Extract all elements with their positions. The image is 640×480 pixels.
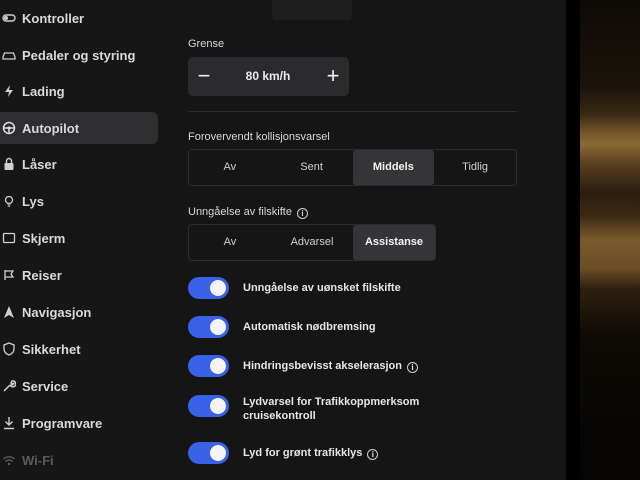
limit-label: Grense	[188, 38, 225, 50]
top-control-stub	[272, 0, 352, 20]
sidebar-item-label: Programvare	[22, 415, 103, 431]
toggle-label: Automatisk nødbremsing	[243, 321, 376, 333]
collision-option-late[interactable]: Sent	[271, 150, 353, 185]
sidebar-item-wifi[interactable]: Wi-Fi	[0, 444, 158, 476]
navigation-icon	[2, 305, 16, 319]
sidebar-item-skjerm[interactable]: Skjerm	[0, 222, 158, 254]
sidebar-item-label: Navigasjon	[22, 304, 92, 320]
lane-option-warning[interactable]: Advarsel	[271, 225, 353, 260]
speed-limit-value: 80 km/h	[245, 69, 291, 83]
sidebar-item-sikkerhet[interactable]: Sikkerhet	[0, 333, 158, 365]
background-photo	[576, 0, 640, 480]
speed-limit-stepper: − 80 km/h +	[188, 57, 349, 96]
sidebar-item-label: Låser	[22, 156, 57, 172]
sidebar-item-kontroller[interactable]: Kontroller	[0, 2, 158, 34]
section-divider	[188, 111, 517, 112]
sidebar-item-navigasjon[interactable]: Navigasjon	[0, 296, 158, 328]
sidebar-item-label: Autopilot	[22, 120, 80, 136]
toggle-knob	[210, 445, 226, 461]
toggle-knob	[210, 280, 226, 296]
wrench-icon	[2, 379, 17, 393]
sidebar-item-service[interactable]: Service	[0, 370, 158, 402]
emergency-braking-toggle[interactable]	[188, 316, 229, 338]
toggle-knob	[210, 358, 226, 374]
toggle-label: Lyd for grønt trafikklys	[243, 447, 363, 459]
toggle-label: Hindringsbevisst akselerasjon	[243, 360, 402, 372]
collision-option-off[interactable]: Av	[189, 150, 271, 185]
lightning-icon	[2, 84, 16, 98]
car-icon	[2, 48, 16, 62]
avoid-lane-change-toggle[interactable]	[188, 277, 229, 299]
collision-warning-selector: Av Sent Middels Tidlig	[188, 149, 517, 186]
toggle-row-avoid-lane-change: Unngåelse av uønsket filskifte	[188, 277, 443, 299]
sidebar-item-lading[interactable]: Lading	[0, 75, 158, 107]
sidebar-item-label: Wi-Fi	[22, 452, 54, 468]
toggle-label-wrap: Lyd for grønt trafikklys i	[243, 442, 443, 460]
display-icon	[2, 231, 16, 245]
sidebar-item-laser[interactable]: Låser	[0, 148, 158, 180]
info-icon[interactable]: i	[367, 449, 379, 460]
collision-warning-label: Forovervendt kollisjonsvarsel	[188, 131, 330, 143]
cruise-sound-toggle[interactable]	[188, 395, 229, 417]
trip-icon	[2, 268, 16, 282]
download-icon	[2, 416, 16, 430]
toggle-label: Unngåelse av uønsket filskifte	[243, 282, 401, 294]
sidebar-item-label: Skjerm	[22, 230, 66, 246]
sidebar-item-autopilot[interactable]: Autopilot	[0, 112, 158, 144]
sidebar-item-label: Service	[22, 378, 69, 394]
light-bulb-icon	[2, 194, 16, 208]
sidebar-item-label: Lading	[22, 83, 65, 99]
sidebar-item-label: Reiser	[22, 267, 62, 283]
wifi-icon	[2, 453, 16, 467]
sidebar-item-label: Lys	[22, 193, 44, 209]
info-icon[interactable]: i	[296, 208, 308, 219]
toggle-row-cruise-sound: Lydvarsel for Trafikkoppmerksom cruiseko…	[188, 395, 433, 423]
toggle-label-wrap: Hindringsbevisst akselerasjon i	[243, 355, 443, 373]
sidebar-item-label: Kontroller	[22, 10, 85, 26]
lane-departure-label: Unngåelse av filskifte i	[188, 206, 308, 219]
obstacle-acceleration-toggle[interactable]	[188, 355, 229, 377]
toggle-icon	[2, 11, 16, 25]
lock-icon	[2, 157, 16, 171]
toggle-row-green-light-sound: Lyd for grønt trafikklys i	[188, 442, 443, 464]
collision-option-early[interactable]: Tidlig	[434, 150, 516, 185]
sidebar-item-reiser[interactable]: Reiser	[0, 259, 158, 291]
toggle-row-emergency-braking: Automatisk nødbremsing	[188, 316, 443, 338]
green-light-sound-toggle[interactable]	[188, 442, 229, 464]
info-icon[interactable]: i	[406, 362, 418, 373]
sidebar-item-label: Pedaler og styring	[22, 47, 136, 63]
lane-option-off[interactable]: Av	[189, 225, 271, 260]
increase-button[interactable]: +	[317, 57, 349, 96]
toggle-label: Lydvarsel for Trafikkoppmerksom cruiseko…	[243, 396, 420, 422]
toggle-knob	[210, 398, 226, 414]
sidebar-item-pedaler-og-styring[interactable]: Pedaler og styring	[0, 39, 158, 71]
decrease-button[interactable]: −	[188, 57, 220, 96]
steering-wheel-icon	[2, 121, 16, 135]
collision-option-medium[interactable]: Middels	[352, 150, 435, 185]
sidebar-item-programvare[interactable]: Programvare	[0, 407, 158, 439]
lane-departure-selector: Av Advarsel Assistanse	[188, 224, 436, 261]
toggle-knob	[210, 319, 226, 335]
toggle-row-obstacle-acceleration: Hindringsbevisst akselerasjon i	[188, 355, 443, 377]
shield-icon	[2, 342, 16, 356]
lane-departure-label-text: Unngåelse av filskifte	[188, 206, 292, 218]
sidebar-item-label: Sikkerhet	[22, 341, 81, 357]
sidebar-item-lys[interactable]: Lys	[0, 185, 158, 217]
lane-option-assist[interactable]: Assistanse	[353, 225, 435, 260]
